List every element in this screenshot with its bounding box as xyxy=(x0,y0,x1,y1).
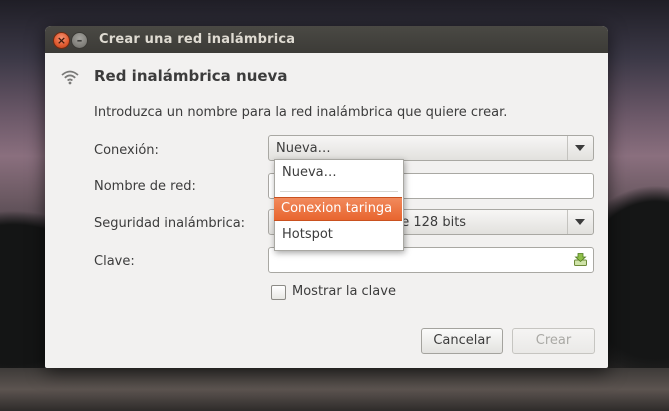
connection-value: Nueva… xyxy=(276,141,331,156)
connection-label: Conexión: xyxy=(94,143,159,158)
dropdown-item-label: Conexion taringa xyxy=(281,201,393,216)
chevron-down-icon xyxy=(567,210,593,234)
show-key-checkbox[interactable] xyxy=(271,285,286,300)
close-window-button[interactable]: × xyxy=(53,32,70,49)
minimize-window-button[interactable]: – xyxy=(71,32,88,49)
dialog-heading: Red inalámbrica nueva xyxy=(94,67,288,85)
create-button[interactable]: Crear xyxy=(512,328,595,354)
dropdown-separator xyxy=(280,191,398,192)
dropdown-item-hotspot[interactable]: Hotspot xyxy=(275,224,403,246)
wifi-icon xyxy=(61,70,79,85)
key-label: Clave: xyxy=(94,254,135,269)
window-title: Crear una red inalámbrica xyxy=(99,32,296,47)
titlebar[interactable]: × – Crear una red inalámbrica xyxy=(45,26,608,53)
chevron-down-icon xyxy=(567,136,593,160)
security-label: Seguridad inalámbrica: xyxy=(94,216,246,231)
connection-dropdown-menu: Nueva… Conexion taringa Hotspot xyxy=(274,159,404,251)
network-name-label: Nombre de red: xyxy=(94,179,196,194)
dropdown-item-label: Hotspot xyxy=(282,227,333,242)
dropdown-item-label: Nueva… xyxy=(282,165,337,180)
create-wireless-dialog: × – Crear una red inalámbrica Red inalám… xyxy=(45,26,608,368)
desktop-lake xyxy=(0,368,669,411)
connection-combobox[interactable]: Nueva… xyxy=(268,135,594,161)
keyboard-input-icon[interactable] xyxy=(573,252,588,267)
show-key-label[interactable]: Mostrar la clave xyxy=(292,284,396,299)
intro-text: Introduzca un nombre para la red inalámb… xyxy=(94,105,508,120)
dropdown-item-new[interactable]: Nueva… xyxy=(275,162,403,184)
dropdown-item-conexion-taringa[interactable]: Conexion taringa xyxy=(274,197,402,221)
cancel-button[interactable]: Cancelar xyxy=(421,328,503,354)
